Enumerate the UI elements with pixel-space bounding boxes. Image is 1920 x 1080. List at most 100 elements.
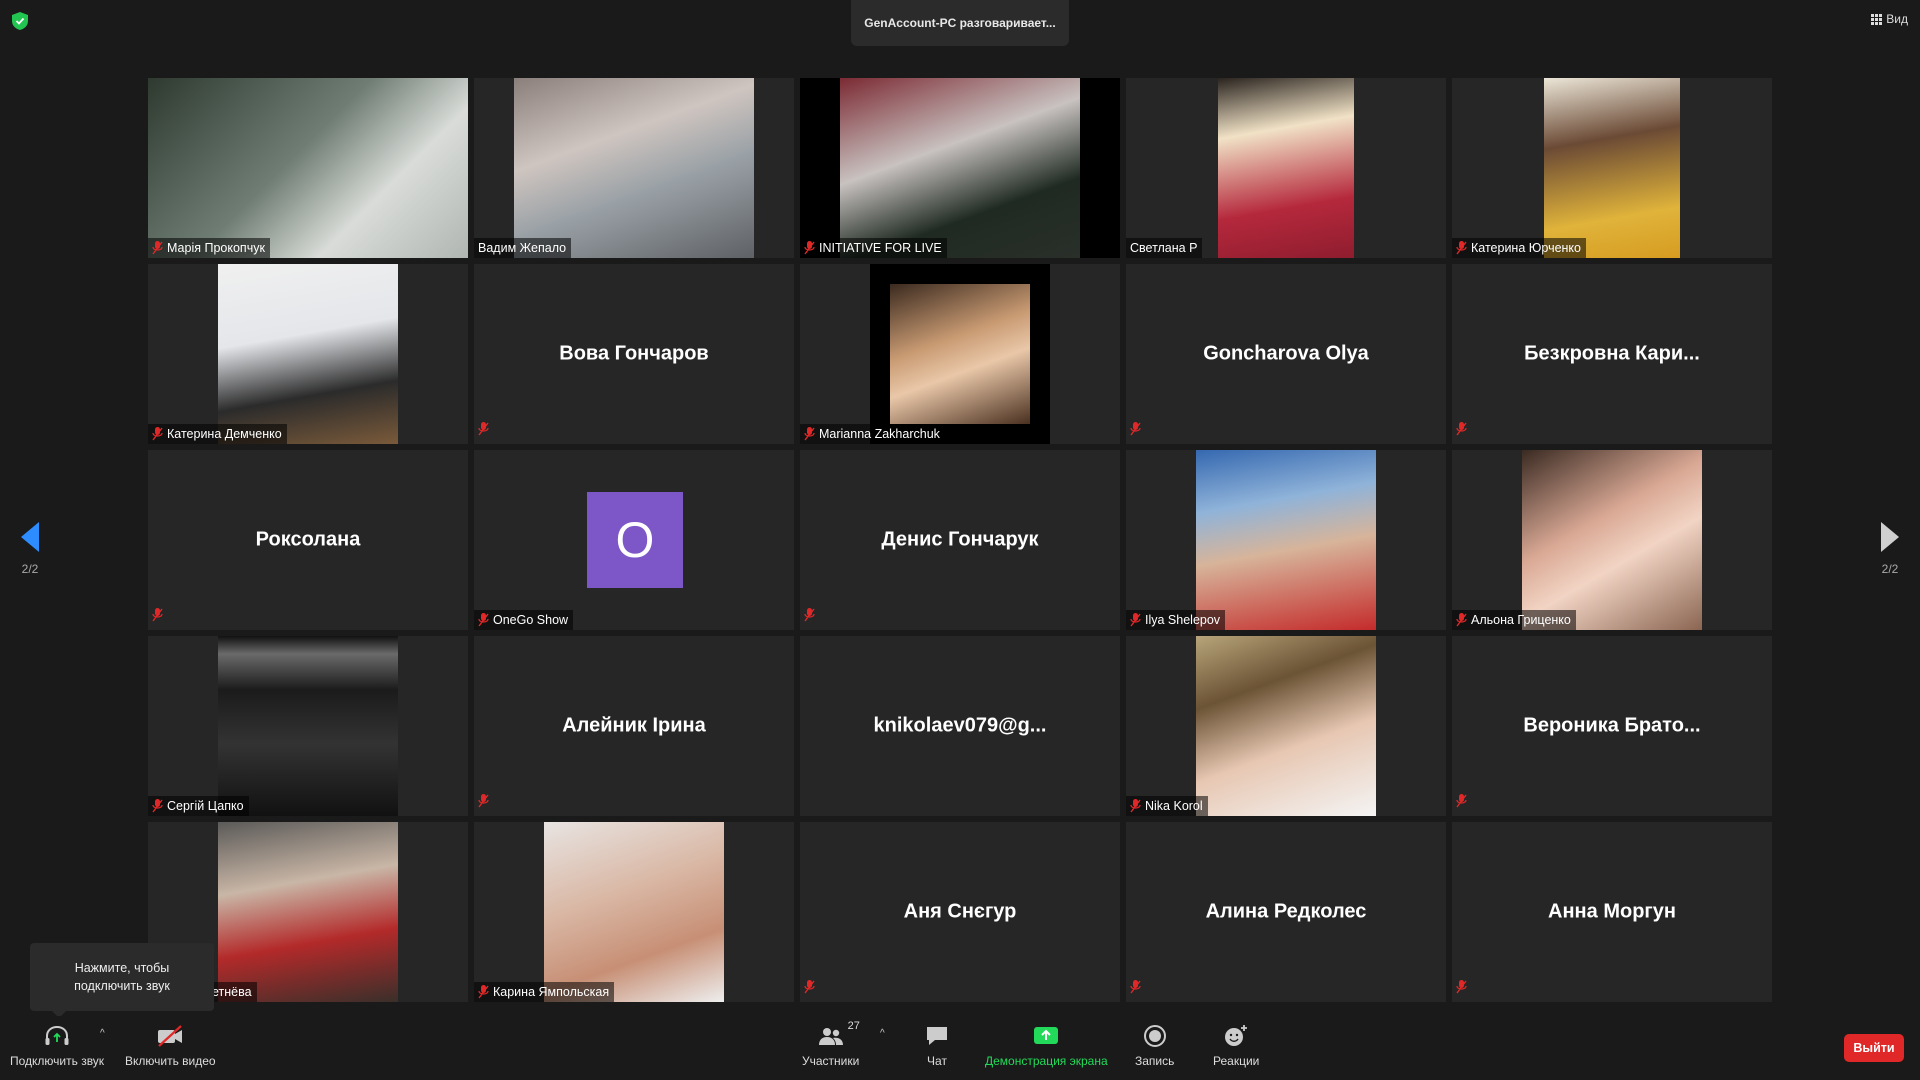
participant-tile[interactable]: Анна Моргун — [1452, 822, 1772, 1002]
participant-name: INITIATIVE FOR LIVE — [819, 241, 942, 255]
participant-label: Nika Korol — [1126, 796, 1208, 816]
mic-muted-icon — [1130, 422, 1141, 436]
participant-name: Вероника Брато... — [1523, 714, 1701, 737]
participant-name: Катерина Юрченко — [1471, 241, 1581, 255]
participant-name: Катерина Демченко — [167, 427, 282, 441]
participant-label: Катерина Демченко — [148, 424, 287, 444]
share-screen-button[interactable]: Демонстрация экрана — [985, 1022, 1108, 1068]
participant-tile[interactable]: O OneGo Show — [474, 450, 794, 630]
view-button[interactable]: Вид — [1871, 12, 1908, 26]
mic-muted-icon — [1456, 422, 1467, 436]
participant-tile[interactable]: Вероника Брато... — [1452, 636, 1772, 816]
page-indicator-right: 2/2 — [1881, 562, 1899, 576]
participant-name: етнёва — [212, 985, 252, 999]
participant-video — [218, 264, 398, 444]
view-label: Вид — [1886, 12, 1908, 26]
participant-video — [1218, 78, 1354, 258]
participant-video — [148, 78, 468, 258]
mute-indicator — [152, 608, 163, 627]
mic-muted-icon — [152, 799, 163, 813]
join-audio-button[interactable]: Подключить звук — [10, 1022, 104, 1068]
reactions-button[interactable]: Реакции — [1213, 1022, 1259, 1068]
zoom-meeting-window: { "header": { "active_speaker": "GenAcco… — [0, 0, 1920, 1080]
mute-indicator — [478, 422, 489, 441]
participants-icon — [818, 1028, 843, 1045]
previous-page-button[interactable]: 2/2 — [10, 522, 50, 576]
mute-indicator — [1456, 794, 1467, 813]
record-icon — [1143, 1025, 1166, 1047]
participant-name: Ilya Shelepov — [1145, 613, 1221, 627]
participant-tile[interactable]: Безкровна Кари... — [1452, 264, 1772, 444]
mic-muted-icon — [478, 422, 489, 436]
page-indicator-left: 2/2 — [21, 562, 39, 576]
mic-muted-icon — [804, 427, 815, 441]
reactions-label: Реакции — [1213, 1054, 1260, 1068]
participant-tile[interactable]: Аня Снєгур — [800, 822, 1120, 1002]
participant-tile[interactable]: Катерина Юрченко — [1452, 78, 1772, 258]
participant-tile[interactable]: Роксолана — [148, 450, 468, 630]
mic-muted-icon — [1130, 980, 1141, 994]
participant-tile[interactable]: Алейник Ірина — [474, 636, 794, 816]
participant-tile[interactable]: Марія Прокопчук — [148, 78, 468, 258]
participant-tile[interactable]: Nika Korol — [1126, 636, 1446, 816]
participants-button[interactable]: 27 Участники — [802, 1020, 860, 1068]
mic-muted-icon — [478, 613, 489, 627]
mute-indicator — [1456, 980, 1467, 999]
participant-tile[interactable]: Marianna Zakharchuk — [800, 264, 1120, 444]
participant-name: knikolaev079@g... — [873, 714, 1047, 737]
participants-options-caret[interactable]: ^ — [880, 1028, 890, 1039]
participant-video — [218, 822, 398, 1002]
tooltip-line-2: подключить звук — [74, 979, 170, 993]
mic-muted-icon — [1130, 799, 1141, 813]
mic-muted-icon — [804, 608, 815, 622]
mic-muted-icon — [804, 980, 815, 994]
mute-indicator — [478, 794, 489, 813]
mic-muted-icon — [804, 241, 815, 255]
participant-tile[interactable]: Карина Ямпольская — [474, 822, 794, 1002]
headphones-icon — [45, 1025, 69, 1045]
avatar: O — [587, 492, 683, 588]
participant-name: Nika Korol — [1145, 799, 1203, 813]
audio-options-caret[interactable]: ^ — [100, 1028, 110, 1039]
participant-name: Альона Гриценко — [1471, 613, 1571, 627]
arrow-right-icon — [1881, 522, 1899, 552]
record-button[interactable]: Запись — [1135, 1022, 1174, 1068]
participant-label: Сергій Цапко — [148, 796, 249, 816]
participant-tile[interactable]: Goncharova Olya — [1126, 264, 1446, 444]
participant-tile[interactable]: Альона Гриценко — [1452, 450, 1772, 630]
participant-tile[interactable]: INITIATIVE FOR LIVE — [800, 78, 1120, 258]
chat-label: Чат — [927, 1054, 947, 1068]
participant-name: Вадим Жепало — [478, 241, 567, 255]
participant-name: Аня Снєгур — [903, 900, 1017, 923]
join-audio-label: Подключить звук — [10, 1054, 105, 1068]
participant-name: Алейник Ірина — [562, 714, 706, 737]
mic-muted-icon — [1130, 613, 1141, 627]
participant-tile[interactable]: Вова Гончаров — [474, 264, 794, 444]
participant-tile[interactable]: knikolaev079@g... — [800, 636, 1120, 816]
participant-label: Катерина Юрченко — [1452, 238, 1586, 258]
start-video-button[interactable]: Включить видео — [125, 1022, 216, 1068]
encryption-shield-icon[interactable] — [12, 12, 28, 30]
leave-button[interactable]: Выйти — [1844, 1034, 1904, 1062]
chat-button[interactable]: Чат — [925, 1022, 949, 1068]
participant-tile[interactable]: Ilya Shelepov — [1126, 450, 1446, 630]
next-page-button[interactable]: 2/2 — [1870, 522, 1910, 576]
participant-name: OneGo Show — [493, 613, 569, 627]
participant-label: OneGo Show — [474, 610, 574, 630]
participant-tile[interactable]: Денис Гончарук — [800, 450, 1120, 630]
mute-indicator — [804, 980, 815, 999]
participant-label: Марія Прокопчук — [148, 238, 270, 258]
participant-tile[interactable]: Вадим Жепало — [474, 78, 794, 258]
participant-tile[interactable]: Светлана Р — [1126, 78, 1446, 258]
participant-tile[interactable]: Сергій Цапко — [148, 636, 468, 816]
participant-video — [514, 78, 754, 258]
participant-label: INITIATIVE FOR LIVE — [800, 238, 947, 258]
participant-tile[interactable]: Катерина Демченко — [148, 264, 468, 444]
participant-label: Светлана Р — [1126, 238, 1203, 258]
record-label: Запись — [1135, 1054, 1175, 1068]
participant-video — [1544, 78, 1680, 258]
share-screen-icon — [1034, 1027, 1059, 1044]
participants-count: 27 — [847, 1020, 860, 1032]
participant-name: Сергій Цапко — [167, 799, 244, 813]
participant-tile[interactable]: Алина Редколес — [1126, 822, 1446, 1002]
